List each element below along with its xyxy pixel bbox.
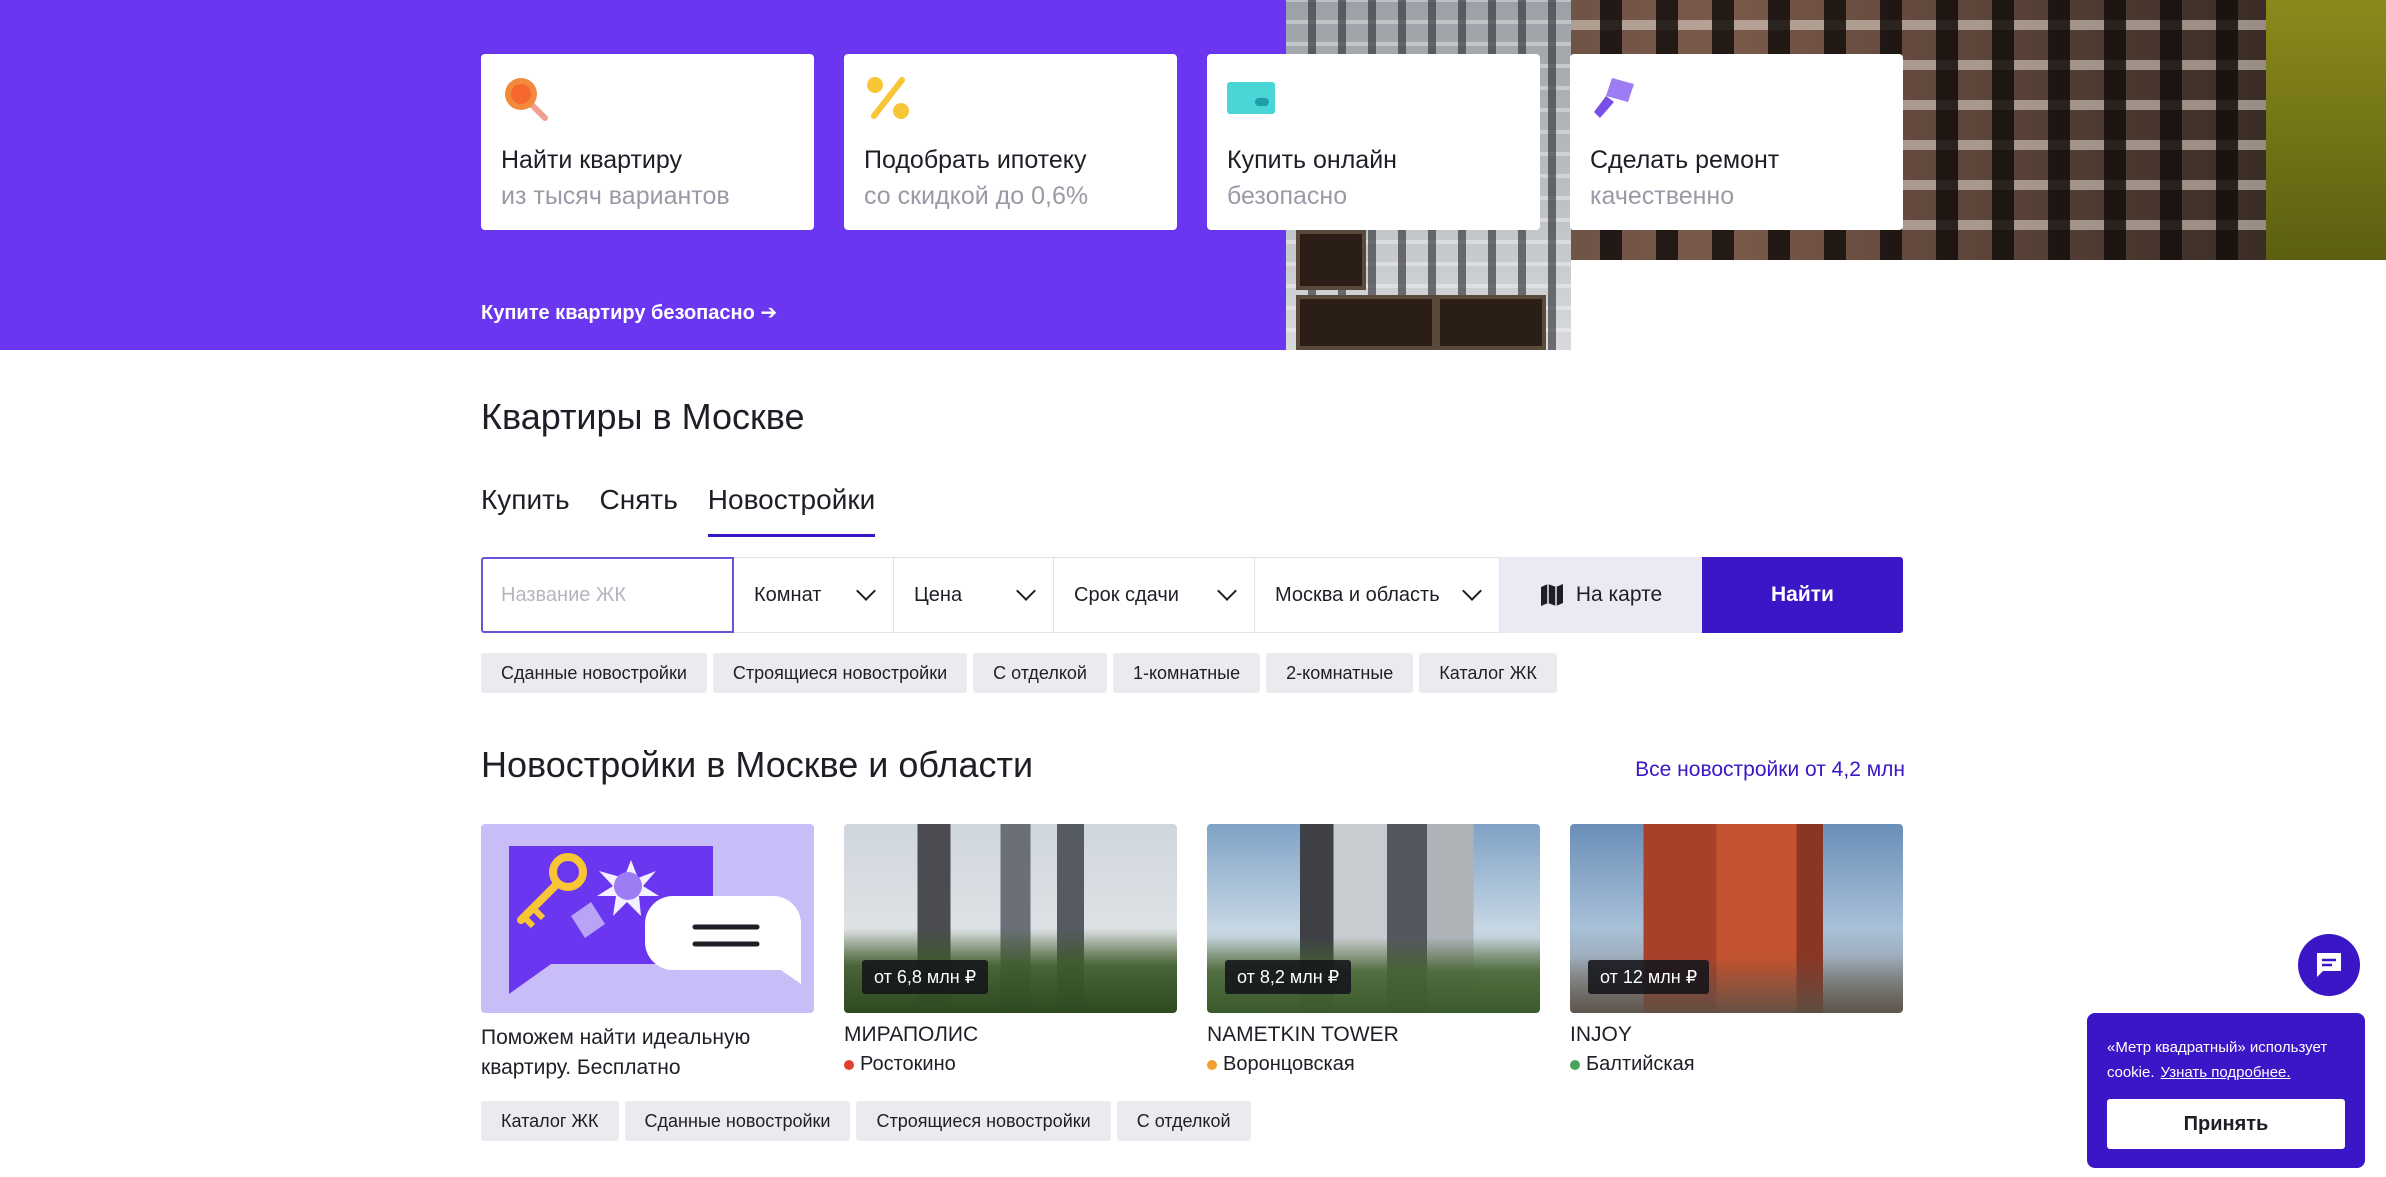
service-card-title: Найти квартиру (501, 146, 683, 174)
chip-completed-buildings[interactable]: Сданные новостройки (624, 1101, 851, 1141)
service-card-title: Сделать ремонт (1590, 146, 1780, 174)
cookie-text: «Метр квадратный» использует cookie. Узна… (2107, 1035, 2345, 1085)
listings-title: Новостройки в Москве и области (481, 744, 1034, 785)
promo-text: Поможем найти идеальную квартиру. Беспла… (481, 1026, 751, 1079)
chevron-down-icon (1462, 581, 1482, 601)
price-badge: от 8,2 млн ₽ (1225, 960, 1352, 994)
chip-two-room[interactable]: 2-комнатные (1266, 653, 1414, 693)
listing-name: NAMETKIN TOWER (1207, 1023, 1399, 1046)
service-card-subtitle: безопасно (1227, 182, 1348, 210)
chip-one-room[interactable]: 1-комнатные (1112, 653, 1261, 693)
quick-filter-chips: Сданные новостройки Строящиеся новострой… (481, 653, 1557, 693)
hero-banner: Найти квартиру из тысяч вариантов Подобр… (0, 0, 2386, 350)
promo-illustration (481, 824, 814, 1013)
chip-catalog[interactable]: Каталог ЖК (1419, 653, 1557, 693)
search-bar: Комнат Цена Срок сдачи Москва и область … (481, 557, 1905, 633)
region-select[interactable]: Москва и область (1255, 557, 1500, 633)
metro-station: Воронцовская (1223, 1053, 1355, 1075)
listing-photo: от 12 млн ₽ (1570, 824, 1903, 1013)
listing-card[interactable]: от 8,2 млн ₽ NAMETKIN TOWER Воронцовская (1207, 824, 1540, 1076)
metro-line-icon (1570, 1059, 1580, 1070)
listing-name: МИРАПОЛИС (844, 1023, 979, 1046)
chevron-down-icon (1016, 581, 1036, 601)
service-card-renovation[interactable]: Сделать ремонт качественно (1570, 54, 1903, 230)
listing-photo: от 8,2 млн ₽ (1207, 824, 1540, 1013)
listing-card[interactable]: от 12 млн ₽ INJOY Балтийская (1570, 824, 1903, 1076)
chip-with-finishing[interactable]: С отделкой (973, 653, 1107, 693)
price-badge: от 12 млн ₽ (1588, 960, 1710, 994)
chat-button[interactable] (2298, 934, 2360, 996)
building-window (1436, 295, 1546, 350)
listing-name: INJOY (1570, 1023, 1632, 1046)
map-button[interactable]: На карте (1500, 557, 1702, 633)
chat-icon (2317, 953, 2341, 977)
listing-photo: от 6,8 млн ₽ (844, 824, 1177, 1013)
chevron-down-icon (1217, 581, 1237, 601)
building-window (1296, 230, 1366, 290)
card-icon (1227, 82, 1275, 114)
promo-card[interactable]: Поможем найти идеальную квартиру. Беспла… (481, 824, 814, 1083)
metro-station: Ростокино (860, 1053, 956, 1075)
search-icon (505, 78, 548, 121)
complex-name-input[interactable] (481, 557, 734, 633)
building-window (1296, 295, 1436, 350)
metro-line-icon (844, 1059, 854, 1070)
listing-metro: Балтийская (1570, 1053, 1903, 1076)
cookie-learn-more-link[interactable]: Узнать подробнее. (2161, 1064, 2291, 1081)
service-card-subtitle: качественно (1590, 182, 1735, 210)
map-icon (1540, 584, 1563, 606)
chip-under-construction[interactable]: Строящиеся новостройки (856, 1101, 1111, 1141)
deadline-select[interactable]: Срок сдачи (1054, 557, 1255, 633)
paint-roller-icon (1594, 78, 1634, 118)
listing-metro: Воронцовская (1207, 1053, 1540, 1076)
all-new-buildings-link[interactable]: Все новостройки от 4,2 млн (1635, 758, 1905, 782)
page-title: Квартиры в Москве (481, 396, 805, 437)
metro-station: Балтийская (1586, 1053, 1695, 1075)
chip-under-construction[interactable]: Строящиеся новостройки (712, 653, 968, 693)
listing-metro: Ростокино (844, 1053, 1177, 1076)
map-button-label: На карте (1575, 583, 1663, 606)
chip-completed-buildings[interactable]: Сданные новостройки (481, 653, 707, 693)
tab-rent[interactable]: Снять (600, 484, 678, 537)
cookie-banner: «Метр квадратный» использует cookie. Узна… (2087, 1013, 2365, 1168)
rooms-select-label: Комнат (754, 583, 822, 606)
accept-cookies-button[interactable]: Принять (2107, 1099, 2345, 1149)
service-card-mortgage[interactable]: Подобрать ипотеку со скидкой до 0,6% (844, 54, 1177, 230)
price-select-label: Цена (914, 583, 963, 606)
service-card-find-apartment[interactable]: Найти квартиру из тысяч вариантов (481, 54, 814, 230)
rooms-select[interactable]: Комнат (734, 557, 894, 633)
chevron-down-icon (856, 581, 876, 601)
service-card-title: Подобрать ипотеку (864, 146, 1087, 174)
deadline-select-label: Срок сдачи (1074, 583, 1179, 606)
service-card-title: Купить онлайн (1227, 146, 1397, 174)
tab-new-buildings[interactable]: Новостройки (707, 484, 876, 537)
chip-with-finishing[interactable]: С отделкой (1116, 1101, 1251, 1141)
metro-line-icon (1207, 1059, 1217, 1070)
region-select-label: Москва и область (1275, 583, 1440, 606)
find-button[interactable]: Найти (1702, 557, 1903, 633)
tab-buy[interactable]: Купить (481, 484, 570, 537)
listing-filter-chips: Каталог ЖК Сданные новостройки Строящиес… (481, 1101, 1251, 1141)
listing-card[interactable]: от 6,8 млн ₽ МИРАПОЛИС Ростокино (844, 824, 1177, 1076)
service-card-buy-online[interactable]: Купить онлайн безопасно (1207, 54, 1540, 230)
chip-catalog[interactable]: Каталог ЖК (481, 1101, 619, 1141)
price-select[interactable]: Цена (894, 557, 1054, 633)
service-card-subtitle: из тысяч вариантов (501, 182, 730, 210)
building-green-panel (2266, 0, 2386, 260)
service-card-subtitle: со скидкой до 0,6% (864, 182, 1089, 210)
price-badge: от 6,8 млн ₽ (862, 960, 989, 994)
buy-safely-link[interactable]: Купите квартиру безопасно ➔ (481, 300, 777, 325)
percent-icon (867, 77, 909, 119)
hero-cutout (1571, 260, 2386, 350)
deal-type-tabs: Купить Снять Новостройки (481, 484, 876, 537)
promo-illustration-svg (509, 846, 801, 994)
